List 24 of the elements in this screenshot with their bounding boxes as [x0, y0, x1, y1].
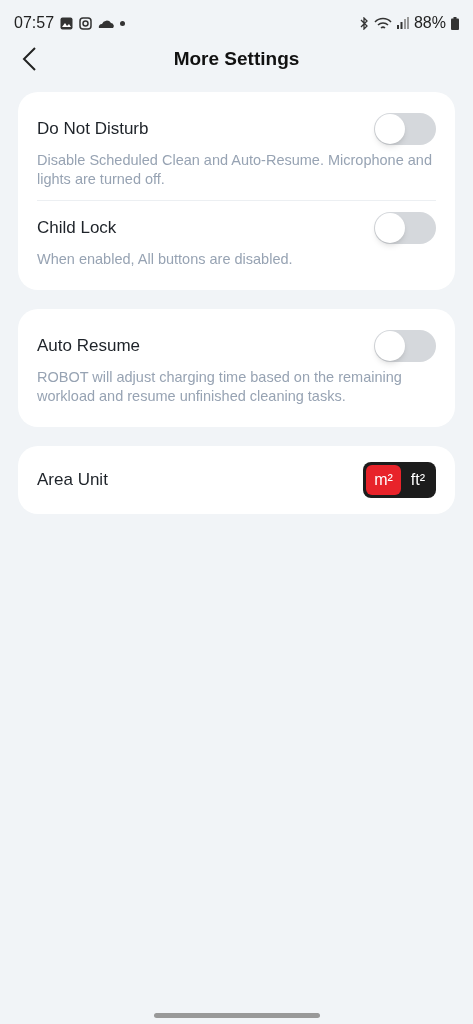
setting-label: Do Not Disturb: [37, 118, 149, 141]
dot-icon: [120, 20, 126, 26]
bluetooth-icon: [358, 16, 369, 30]
unit-option[interactable]: ft²: [402, 465, 433, 495]
cloud-icon: [98, 18, 115, 28]
wifi-icon: [373, 16, 392, 30]
toggle-switch[interactable]: [374, 212, 436, 244]
battery-icon: [451, 16, 459, 30]
camera-icon: [79, 16, 93, 30]
image-icon: [60, 16, 74, 30]
status-time: 07:57: [14, 13, 55, 33]
back-icon: [22, 47, 36, 71]
setting-description: Disable Scheduled Clean and Auto-Resume. Microphone and lights are turned off.: [37, 151, 433, 189]
battery-percent: 88%: [413, 13, 446, 33]
setting-label: Area Unit: [37, 469, 108, 492]
signal-icon: [396, 17, 409, 29]
toggle-switch[interactable]: [374, 113, 436, 145]
setting-description: When enabled, All buttons are disabled.: [37, 250, 294, 269]
setting-description: ROBOT will adjust charging time based on the remaining workload and resume unfinished cleaning tasks.: [37, 368, 403, 406]
toggle-switch[interactable]: [374, 330, 436, 362]
page-title: More Settings: [173, 46, 300, 71]
setting-label: Child Lock: [37, 217, 117, 240]
unit-option[interactable]: m²: [366, 465, 401, 495]
setting-label: Auto Resume: [37, 335, 140, 358]
